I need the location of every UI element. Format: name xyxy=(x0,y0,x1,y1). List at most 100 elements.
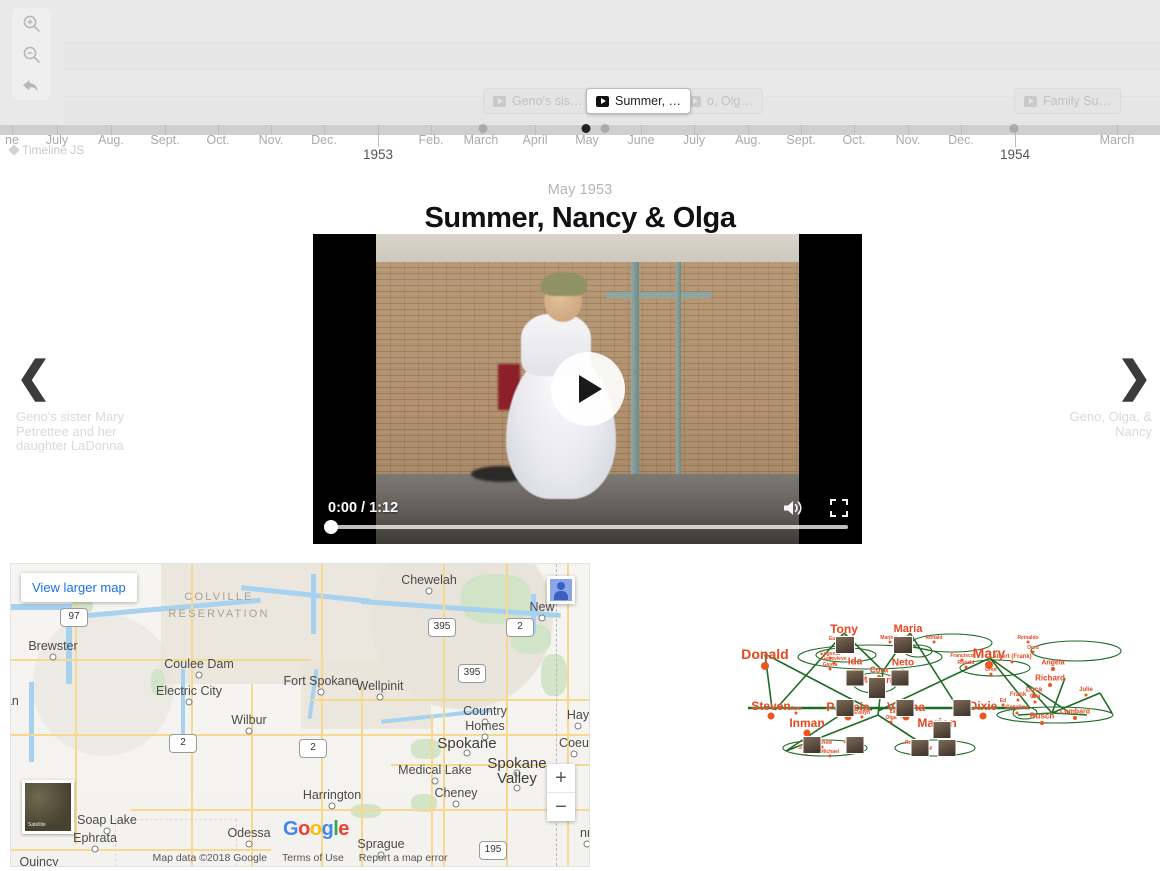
family-tree-node[interactable] xyxy=(1073,715,1077,720)
family-tree-node[interactable] xyxy=(985,660,993,669)
family-tree-node[interactable] xyxy=(1040,720,1044,725)
map-place-label: Medical Lake xyxy=(398,763,472,777)
family-tree-node[interactable] xyxy=(1031,650,1035,654)
family-tree-person-label[interactable]: Inman xyxy=(789,716,824,730)
family-tree-node[interactable] xyxy=(1010,660,1014,664)
satellite-view-toggle[interactable]: Satellite xyxy=(22,780,74,834)
family-tree-person-label[interactable]: Busch xyxy=(1030,712,1054,721)
family-tree-node[interactable] xyxy=(860,715,864,719)
family-tree-person-label[interactable]: Donald xyxy=(741,646,788,662)
family-tree-node[interactable] xyxy=(794,711,798,715)
report-map-error-link[interactable]: Report a map error xyxy=(359,852,448,864)
family-tree-person-label[interactable]: Ida xyxy=(848,657,862,668)
family-tree-node[interactable] xyxy=(888,640,892,644)
timeline-navigation[interactable]: Geno's sis… Summer, … o, Olg… Family Su… xyxy=(0,0,1160,126)
family-tree-photo-thumbnail[interactable] xyxy=(952,699,972,717)
family-tree-photo-thumbnail[interactable] xyxy=(910,739,930,757)
terms-of-use-link[interactable]: Terms of Use xyxy=(282,852,344,864)
family-tree-node[interactable] xyxy=(1026,640,1030,644)
previous-slide-nav[interactable]: ❮ Geno's sister Mary Petrettee and her d… xyxy=(0,356,136,454)
map-zoom-out-button[interactable]: − xyxy=(547,793,575,821)
timeline-marker[interactable]: Summer, … xyxy=(586,88,691,114)
family-tree-photo-thumbnail[interactable] xyxy=(868,677,886,699)
next-slide-nav[interactable]: ❯ Geno, Olga, & Nancy xyxy=(1032,356,1160,439)
family-tree-node[interactable] xyxy=(828,754,832,758)
family-tree-node[interactable] xyxy=(832,661,836,665)
family-tree-photo-thumbnail[interactable] xyxy=(845,736,865,754)
axis-event-dot[interactable] xyxy=(478,124,488,133)
play-button[interactable] xyxy=(550,352,625,426)
family-tree-photo-thumbnail[interactable] xyxy=(932,721,952,739)
map-city-dot xyxy=(574,722,582,730)
family-tree-node[interactable] xyxy=(960,658,964,662)
timeline-marker[interactable]: Geno's sis… xyxy=(483,88,593,114)
family-tree-node[interactable] xyxy=(1016,698,1020,702)
video-player[interactable]: 0:00 / 1:12 xyxy=(313,234,862,544)
family-tree-person-label[interactable]: Catalina xyxy=(1005,705,1028,711)
google-map[interactable]: Chewelah COLVILLE RESERVATION New Brewster Co… xyxy=(10,563,590,867)
family-tree-node[interactable] xyxy=(1051,666,1055,671)
family-tree-photo-thumbnail[interactable] xyxy=(802,736,822,754)
map-city-dot xyxy=(245,727,253,735)
family-tree-node[interactable] xyxy=(767,712,775,720)
family-tree-person-label[interactable]: Cora xyxy=(870,666,888,675)
family-tree-person-label[interactable]: Angela xyxy=(1041,660,1064,667)
family-tree-node[interactable] xyxy=(932,640,936,644)
fullscreen-button[interactable] xyxy=(830,499,848,517)
zoom-in-button[interactable] xyxy=(12,8,50,39)
family-tree-person-label[interactable]: Frank xyxy=(1010,692,1026,698)
family-tree-node[interactable] xyxy=(1015,711,1019,715)
view-larger-map-button[interactable]: View larger map xyxy=(21,573,137,602)
family-tree-photo-thumbnail[interactable] xyxy=(890,669,910,687)
video-progress-handle[interactable] xyxy=(324,520,338,534)
family-tree-node[interactable] xyxy=(1084,693,1088,697)
axis-month-label: Oct. xyxy=(842,133,866,147)
back-to-start-button[interactable] xyxy=(12,70,50,101)
family-tree-person-label[interactable]: Tony xyxy=(830,622,858,636)
family-tree-person-label[interactable]: Richard xyxy=(1035,674,1065,683)
family-tree-node[interactable] xyxy=(828,667,832,671)
family-tree-photo-thumbnail[interactable] xyxy=(835,636,855,654)
family-tree-node[interactable] xyxy=(828,656,832,660)
map-road xyxy=(131,809,589,811)
map-city-dot xyxy=(317,688,325,696)
family-tree-person-label[interactable]: Steven xyxy=(751,699,790,713)
video-control-buttons xyxy=(782,498,848,518)
map-zoom-in-button[interactable]: + xyxy=(547,764,575,793)
volume-button[interactable] xyxy=(782,498,804,518)
family-tree-person-label[interactable]: Maria xyxy=(894,623,923,635)
family-tree-photo-thumbnail[interactable] xyxy=(893,636,913,654)
family-tree-node[interactable] xyxy=(761,661,769,670)
timeline-marker[interactable]: Family Su… xyxy=(1014,88,1122,114)
family-tree-person-label[interactable]: Lombard xyxy=(1060,709,1090,716)
family-tree-node[interactable] xyxy=(1032,693,1036,698)
family-tree-node[interactable] xyxy=(1048,682,1052,687)
family-tree-person-label[interactable]: Luca xyxy=(1026,687,1042,694)
axis-month-label: Nov. xyxy=(895,133,921,147)
family-tree-node[interactable] xyxy=(979,712,987,720)
family-tree-person-label[interactable]: Neto xyxy=(892,658,914,669)
family-tree-node[interactable] xyxy=(964,665,968,669)
family-tree-photo-thumbnail[interactable] xyxy=(845,669,865,687)
family-tree-node[interactable] xyxy=(1033,700,1037,704)
family-tree-node[interactable] xyxy=(1001,703,1005,707)
family-tree-photo-thumbnail[interactable] xyxy=(835,699,855,717)
axis-event-dot[interactable] xyxy=(1009,124,1019,133)
family-tree-person-label[interactable]: Julie xyxy=(1079,687,1093,693)
family-tree-node[interactable] xyxy=(989,672,993,676)
zoom-out-button[interactable] xyxy=(12,39,50,70)
axis-event-dot[interactable] xyxy=(600,124,610,133)
family-tree-person-label[interactable]: Dixie xyxy=(969,699,998,713)
family-tree-photo-thumbnail[interactable] xyxy=(895,699,915,717)
street-view-pegman-button[interactable] xyxy=(547,576,575,604)
map-place-label: Cheney xyxy=(434,786,478,800)
family-tree-node[interactable] xyxy=(889,720,893,724)
axis-event-dot[interactable] xyxy=(581,124,591,133)
map-place-label: Sprague xyxy=(357,837,405,851)
family-tree-person-label[interactable]: Albert (Frank) xyxy=(992,654,1031,660)
map-city-dot xyxy=(570,750,578,758)
map-place-label: Country xyxy=(463,704,507,718)
family-tree-diagram[interactable]: DonaldTonyMariaMaryStevenInmanPatriciaVa… xyxy=(600,563,1155,863)
video-progress-bar[interactable] xyxy=(324,520,848,534)
family-tree-photo-thumbnail[interactable] xyxy=(937,739,957,757)
